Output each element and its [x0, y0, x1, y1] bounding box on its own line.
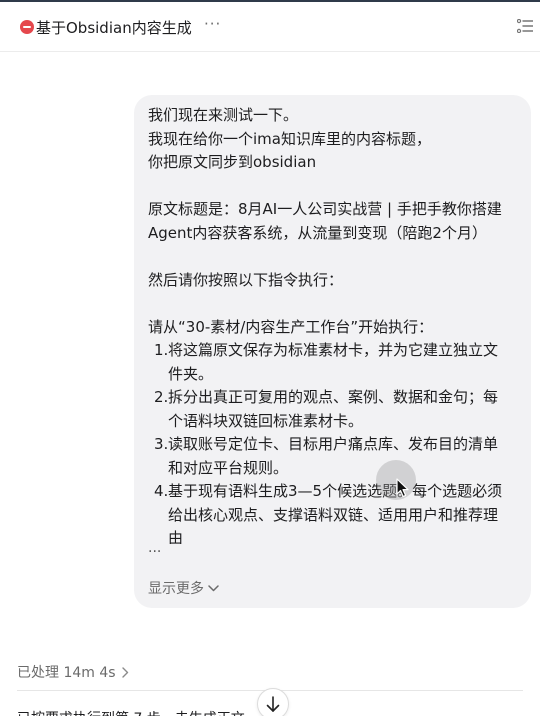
step-line: 给出核心观点、支撑语料双链、适用用户和推荐理: [168, 505, 499, 524]
more-options-button[interactable]: ···: [204, 15, 221, 33]
scroll-to-bottom-button[interactable]: [257, 688, 289, 716]
step-line: 由: [168, 529, 184, 544]
message-line: 你把原文同步到obsidian: [148, 153, 317, 171]
step-line: 读取账号定位卡、目标用户痛点库、发布目的清单: [168, 435, 499, 453]
arrow-down-icon: [266, 696, 280, 712]
step-line: 拆分出真正可复用的观点、案例、数据和金句；每: [168, 388, 499, 406]
message-line: 然后请你按照以下指令执行：: [148, 270, 344, 289]
message-line: 我们现在来测试一下。: [148, 106, 299, 124]
step-number: 1.: [154, 341, 169, 359]
chat-title-area[interactable]: 基于Obsidian内容生成: [20, 16, 192, 38]
outline-list-icon[interactable]: [517, 19, 533, 33]
processing-status[interactable]: 已处理 14m 4s: [17, 662, 129, 682]
step-line: 基于现有语料生成3—5个候选选题。每个选题必须: [168, 482, 503, 500]
step-line: 件夹。: [168, 364, 214, 383]
show-more-button[interactable]: 显示更多: [148, 578, 219, 598]
user-message-bubble: 我们现在来测试一下。 我现在给你一个ima知识库里的内容标题， 你把原文同步到o…: [134, 95, 531, 608]
step-item: 1. 将这篇原文保存为标准素材卡，并为它建立独立文 件夹。: [148, 339, 520, 386]
message-line: 请从“30-素材/内容生产工作台”开始执行：: [148, 317, 434, 336]
show-more-label: 显示更多: [148, 581, 204, 597]
message-line: 我现在给你一个ima知识库里的内容标题，: [148, 129, 431, 148]
step-item: 4. 基于现有语料生成3—5个候选选题。每个选题必须 给出核心观点、支撑语料双链…: [148, 480, 520, 544]
message-line: Agent内容获客系统，从流量到变现（陪跑2个月）: [148, 223, 487, 242]
message-line: 原文标题是：8月AI一人公司实战营 | 手把手教你搭建: [148, 200, 502, 218]
step-line: 个语料块双链回标准素材卡。: [168, 411, 364, 430]
truncation-ellipsis: ...: [148, 540, 162, 556]
step-number: 4.: [154, 482, 169, 500]
chevron-down-icon: [208, 584, 219, 591]
chat-title: 基于Obsidian内容生成: [36, 18, 192, 37]
message-text: 我们现在来测试一下。 我现在给你一个ima知识库里的内容标题， 你把原文同步到o…: [148, 104, 520, 544]
step-line: 将这篇原文保存为标准素材卡，并为它建立独立文: [168, 341, 499, 359]
no-entry-icon: [20, 20, 34, 34]
assistant-reply-preview: 已按要求执行到第 7 步，未生成正文: [17, 708, 245, 716]
mouse-pointer-icon: [396, 478, 409, 498]
step-item: 3. 读取账号定位卡、目标用户痛点库、发布目的清单 和对应平台规则。: [148, 433, 520, 480]
step-item: 2. 拆分出真正可复用的观点、案例、数据和金句；每 个语料块双链回标准素材卡。: [148, 386, 520, 433]
processing-status-text: 已处理 14m 4s: [17, 665, 116, 681]
step-number: 3.: [154, 435, 169, 453]
instruction-steps: 1. 将这篇原文保存为标准素材卡，并为它建立独立文 件夹。 2. 拆分出真正可复…: [148, 339, 520, 544]
chat-header: 基于Obsidian内容生成 ···: [0, 2, 540, 52]
step-number: 2.: [154, 388, 169, 406]
chevron-right-icon: [121, 666, 128, 678]
step-line: 和对应平台规则。: [168, 458, 289, 477]
